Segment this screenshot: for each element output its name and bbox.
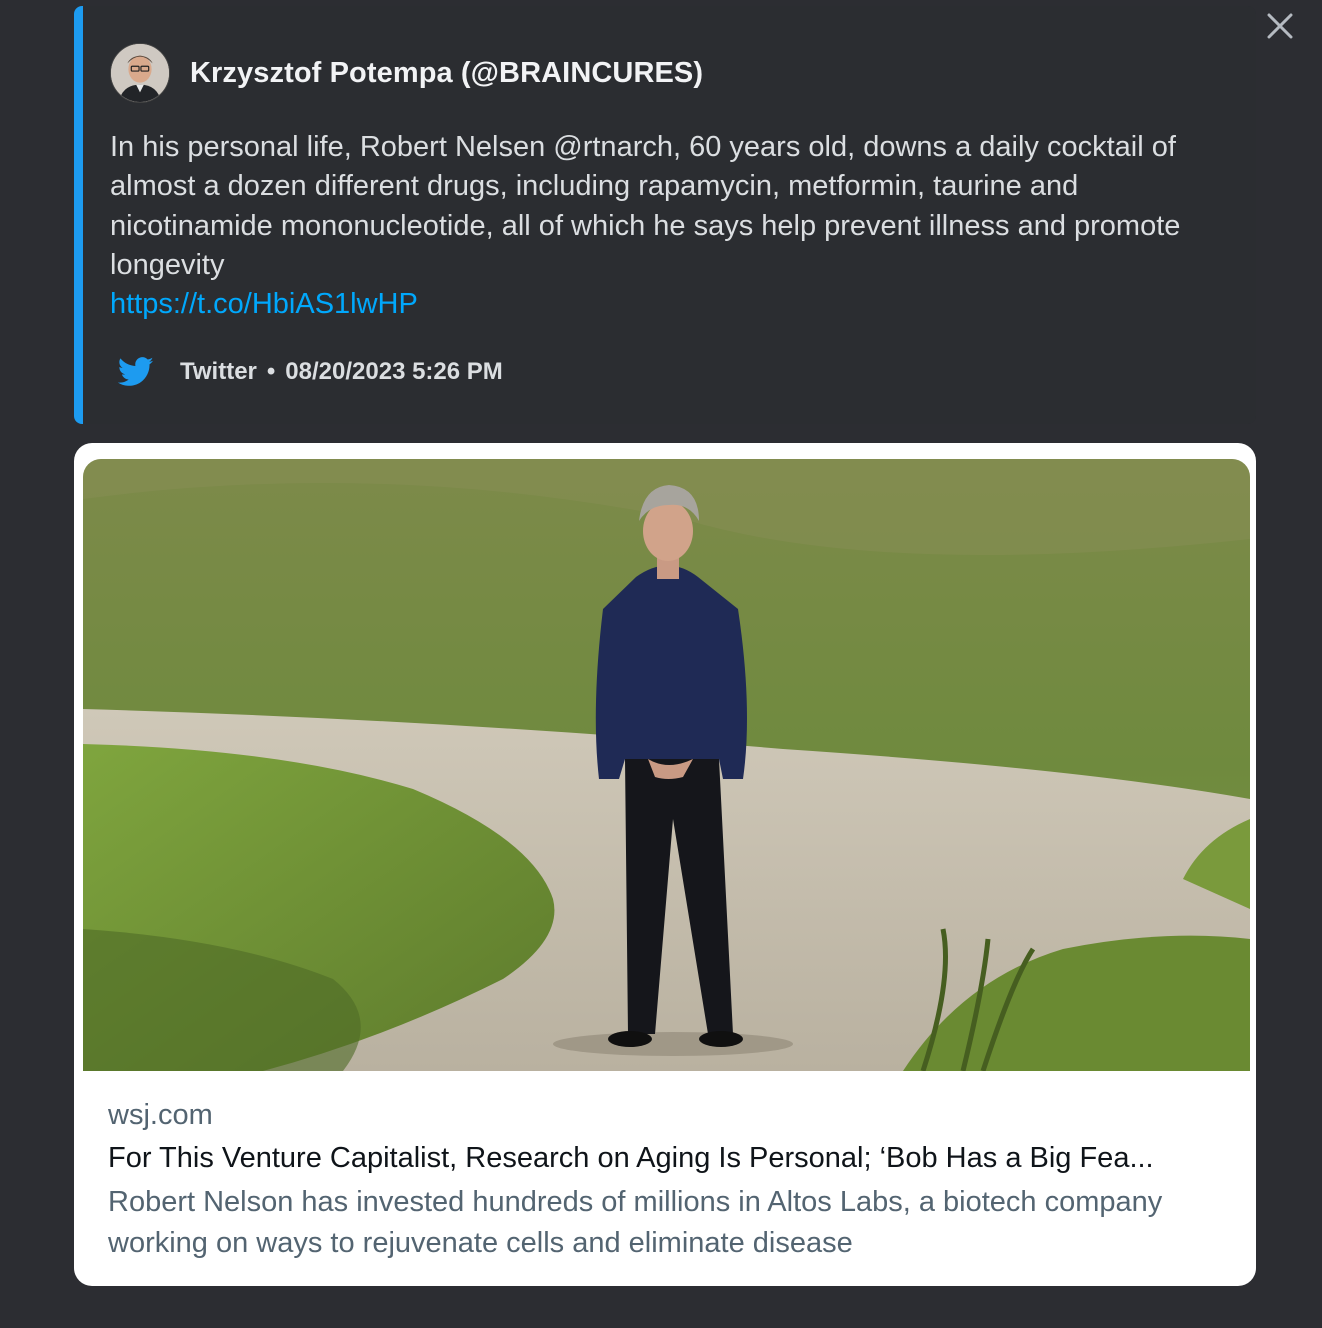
article-photo[interactable] (83, 459, 1250, 1071)
footer-provider: Twitter (180, 358, 257, 385)
embed-author[interactable]: Krzysztof Potempa (@BRAINCURES) (110, 43, 703, 103)
link-preview-card[interactable]: wsj.com For This Venture Capitalist, Res… (74, 443, 1256, 1286)
embed-accent-bar (74, 6, 83, 424)
link-preview-text: wsj.com For This Venture Capitalist, Res… (108, 1095, 1233, 1264)
avatar-photo (111, 44, 169, 102)
footer-timestamp: 08/20/2023 5:26 PM (285, 358, 503, 385)
close-button[interactable] (1264, 10, 1296, 42)
discord-embed-viewer: Krzysztof Potempa (@BRAINCURES) In his p… (0, 0, 1322, 1328)
preview-title[interactable]: For This Venture Capitalist, Research on… (108, 1136, 1233, 1180)
twitter-bird-icon (118, 357, 154, 387)
embed-description: In his personal life, Robert Nelsen @rtn… (110, 128, 1220, 324)
author-avatar[interactable] (110, 43, 170, 103)
tweet-text: In his personal life, Robert Nelsen @rtn… (110, 131, 1181, 281)
embed-footer: Twitter • 08/20/2023 5:26 PM (118, 350, 503, 394)
tweet-embed: Krzysztof Potempa (@BRAINCURES) In his p… (74, 6, 1256, 424)
author-name[interactable]: Krzysztof Potempa (@BRAINCURES) (190, 57, 703, 90)
footer-separator: • (266, 358, 276, 385)
preview-domain[interactable]: wsj.com (108, 1095, 1233, 1135)
tweet-link[interactable]: https://t.co/HbiAS1lwHP (110, 285, 1220, 324)
preview-summary: Robert Nelson has invested hundreds of m… (108, 1186, 1163, 1259)
close-icon (1267, 13, 1293, 39)
